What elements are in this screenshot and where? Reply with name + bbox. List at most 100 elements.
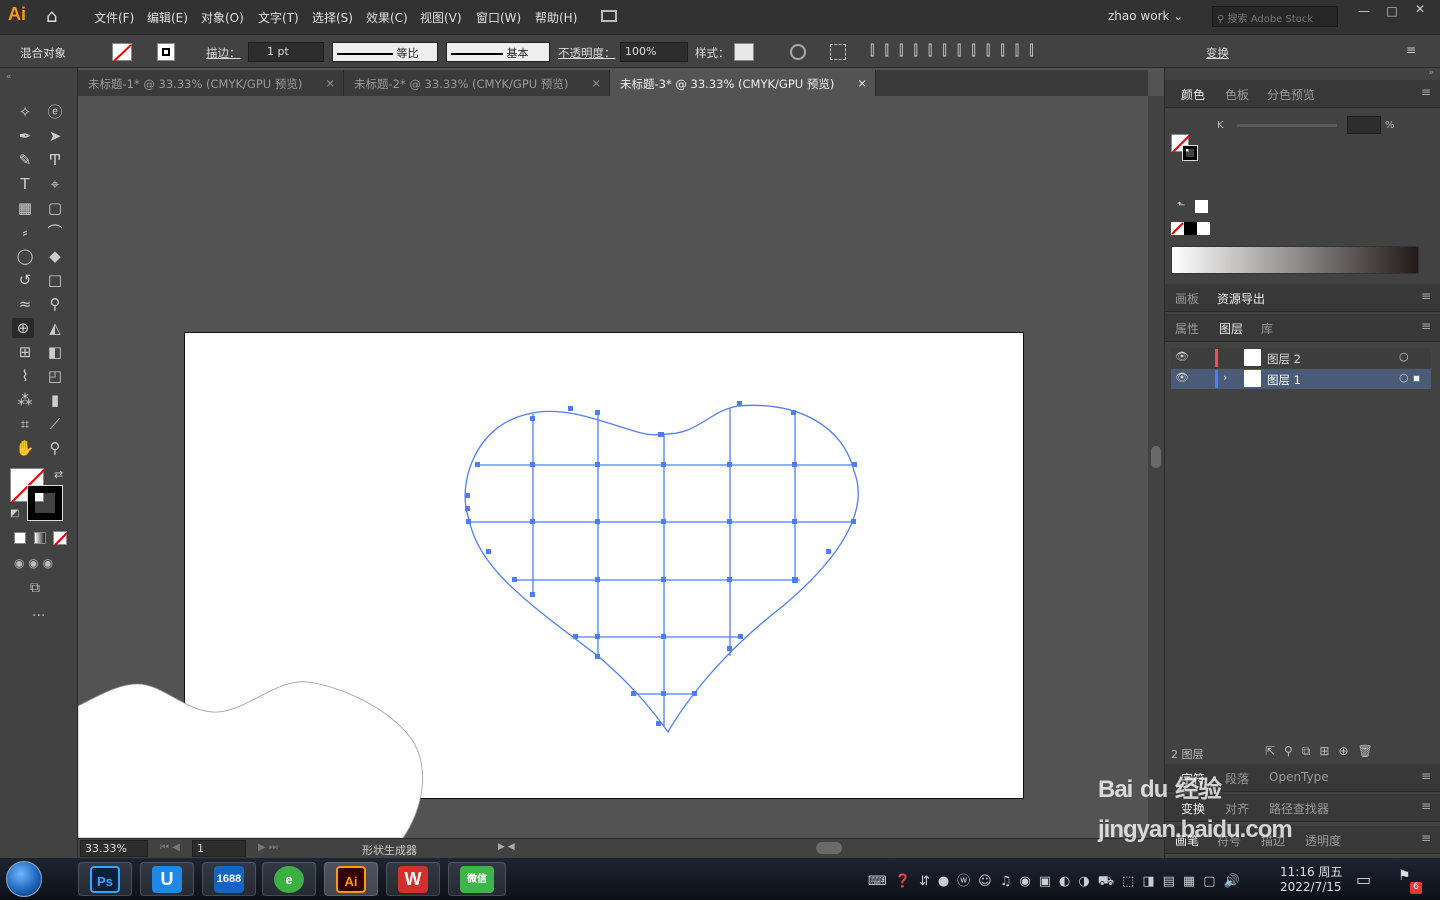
artboard-tool-icon[interactable]: ⌗ bbox=[14, 414, 36, 434]
expand-panels-icon[interactable]: » bbox=[1428, 68, 1434, 78]
menu-help[interactable]: 帮助(H) bbox=[535, 9, 577, 26]
export-panel-menu-icon[interactable]: ≡ bbox=[1421, 289, 1431, 303]
taskbar-illustrator[interactable]: Ai bbox=[324, 862, 378, 896]
grid-tool-icon[interactable]: ▦ bbox=[14, 198, 36, 218]
stroke-label[interactable]: 描边： bbox=[206, 45, 241, 61]
eraser-tool-icon[interactable]: ◆ bbox=[44, 246, 66, 266]
warp-tool-icon[interactable]: ≈ bbox=[14, 294, 36, 314]
collapse-toolbox-icon[interactable]: « bbox=[6, 72, 12, 82]
color-mode-button[interactable] bbox=[14, 532, 26, 544]
layer-name[interactable]: 图层 1 bbox=[1267, 372, 1301, 388]
taskbar-browser[interactable]: e bbox=[262, 862, 316, 896]
brushes-panel-menu-icon[interactable]: ≡ bbox=[1421, 831, 1431, 845]
system-tray-icons[interactable]: ⌨❓⇵●ⓦ☺♫◉▣◐◑⛟⬚◨▤▦▢🔊 bbox=[868, 870, 1268, 889]
transform-panel-menu-icon[interactable]: ≡ bbox=[1421, 799, 1431, 813]
character-panel-menu-icon[interactable]: ≡ bbox=[1421, 769, 1431, 783]
hand-tool-icon[interactable]: ✋ bbox=[14, 438, 36, 458]
tab-document-2[interactable]: 未标题-2* @ 33.33% (CMYK/GPU 预览) × bbox=[344, 70, 610, 96]
taskbar-1688[interactable]: 1688 bbox=[202, 862, 256, 896]
tab-document-3[interactable]: 未标题-3* @ 33.33% (CMYK/GPU 预览) × bbox=[610, 70, 876, 96]
column-graph-tool-icon[interactable]: ▮ bbox=[44, 390, 66, 410]
action-center-icon[interactable]: ▭ bbox=[1356, 870, 1371, 889]
taskbar-wps[interactable]: W bbox=[386, 862, 440, 896]
menu-type[interactable]: 文字(T) bbox=[258, 9, 299, 26]
maximize-button[interactable]: □ bbox=[1380, 4, 1404, 20]
type-on-path-tool-icon[interactable]: Ͳ bbox=[44, 150, 66, 170]
color-panel-menu-icon[interactable]: ≡ bbox=[1421, 85, 1431, 99]
taskbar-photoshop[interactable]: Ps bbox=[78, 862, 132, 896]
tab-artboards[interactable]: 画板 bbox=[1175, 290, 1199, 307]
align-buttons[interactable]: ⫿⫿⫿⫿⫿⫿⫿⫿⫿⫿⫿⫿ bbox=[870, 43, 1190, 61]
eyedropper-tool-icon[interactable]: ⌇ bbox=[14, 366, 36, 386]
lasso-tool-icon[interactable]: ⓔ bbox=[44, 102, 66, 122]
notification-flag-icon[interactable]: ⚑ bbox=[1398, 868, 1411, 884]
white-swatch-2[interactable] bbox=[1197, 222, 1210, 235]
rounded-rectangle-tool-icon[interactable]: ▢ bbox=[44, 198, 66, 218]
pen-tool-icon[interactable]: ✒ bbox=[14, 126, 36, 146]
clock-time[interactable]: 11:16 周五 bbox=[1280, 863, 1342, 880]
menu-object[interactable]: 对象(O) bbox=[201, 9, 244, 26]
menu-window[interactable]: 窗口(W) bbox=[476, 9, 521, 26]
target-circle-icon[interactable]: ○ bbox=[1399, 350, 1409, 363]
swap-colors-icon[interactable]: ⇄ bbox=[54, 468, 63, 481]
gradient-mode-button[interactable] bbox=[34, 532, 46, 544]
black-swatch[interactable] bbox=[1184, 222, 1197, 235]
tab-layers[interactable]: 图层 bbox=[1219, 320, 1243, 337]
blend-tool-icon[interactable]: ◰ bbox=[44, 366, 66, 386]
brush-definition[interactable]: 基本 bbox=[446, 42, 550, 62]
visibility-eye-icon[interactable]: 👁 bbox=[1175, 371, 1189, 384]
white-swatch[interactable] bbox=[1195, 200, 1208, 213]
layer-row-selected[interactable]: 👁 › 图层 1 ○ bbox=[1171, 369, 1431, 389]
perspective-grid-tool-icon[interactable]: ◭ bbox=[44, 318, 66, 338]
vertical-scrollbar[interactable] bbox=[1148, 96, 1164, 838]
tab-asset-export[interactable]: 资源导出 bbox=[1217, 290, 1265, 307]
layer-name[interactable]: 图层 2 bbox=[1267, 351, 1301, 367]
minimize-button[interactable]: — bbox=[1352, 4, 1376, 20]
blob-brush-tool-icon[interactable]: ⌒ bbox=[44, 222, 66, 242]
clock-date[interactable]: 2022/7/15 bbox=[1280, 880, 1342, 894]
layers-panel-menu-icon[interactable]: ≡ bbox=[1421, 319, 1431, 333]
last-artboard-icon[interactable]: ▶ ⏭ bbox=[258, 842, 278, 853]
arrange-documents-icon[interactable] bbox=[601, 10, 617, 22]
edit-toolbar-icon[interactable]: ··· bbox=[32, 608, 45, 624]
zoom-tool-icon[interactable]: ⚲ bbox=[44, 438, 66, 458]
mesh-tool-icon[interactable]: ⊞ bbox=[14, 342, 36, 362]
selection-indicator[interactable] bbox=[1413, 375, 1420, 382]
shape-builder-tool-icon[interactable]: ⊕ bbox=[12, 318, 34, 338]
tab-swatches[interactable]: 色板 bbox=[1225, 86, 1249, 103]
opacity-input[interactable]: 100% bbox=[620, 42, 688, 62]
layer-row[interactable]: 👁 图层 2 ○ bbox=[1171, 348, 1431, 368]
recolor-artwork-icon[interactable] bbox=[790, 44, 806, 60]
out-of-gamut-icon[interactable]: ⬑ bbox=[1177, 200, 1189, 212]
puppet-warp-tool-icon[interactable]: ⚲ bbox=[44, 294, 66, 314]
variable-width-profile[interactable]: 等比 bbox=[332, 42, 438, 62]
tab-document-1[interactable]: 未标题-1* @ 33.33% (CMYK/GPU 预览) × bbox=[78, 70, 344, 96]
k-value-input[interactable] bbox=[1347, 116, 1381, 134]
drawing-modes-icon[interactable]: ◉ ◉ ◉ bbox=[14, 556, 53, 570]
canvas-area[interactable] bbox=[78, 96, 1148, 838]
menu-edit[interactable]: 编辑(E) bbox=[147, 9, 188, 26]
k-slider[interactable] bbox=[1237, 124, 1337, 127]
screen-mode-icon[interactable]: ⧉ bbox=[30, 580, 40, 596]
taskbar-wechat[interactable]: 微信 bbox=[448, 862, 506, 896]
target-circle-icon[interactable]: ○ bbox=[1399, 371, 1409, 384]
opacity-label[interactable]: 不透明度： bbox=[558, 45, 616, 61]
rotate-tool-icon[interactable]: ↺ bbox=[14, 270, 36, 290]
menu-select[interactable]: 选择(S) bbox=[312, 9, 353, 26]
horizontal-scroll-thumb[interactable] bbox=[816, 842, 842, 854]
transform-link[interactable]: 变换 bbox=[1206, 45, 1229, 61]
home-icon[interactable]: ⌂ bbox=[46, 6, 66, 27]
first-artboard-icon[interactable]: ⏮ ◀ bbox=[160, 842, 180, 853]
stroke-swatch[interactable] bbox=[157, 43, 175, 61]
slice-tool-icon[interactable]: ⟋ bbox=[44, 414, 66, 434]
curvature-tool-icon[interactable]: ✎ bbox=[14, 150, 36, 170]
stroke-color-box[interactable] bbox=[27, 485, 63, 521]
rectangle-tool-icon[interactable]: □ bbox=[44, 270, 66, 290]
stock-search[interactable]: ⚲ 搜索 Adobe Stock bbox=[1212, 6, 1338, 27]
type-tool-icon[interactable]: T bbox=[14, 174, 36, 194]
tab-libraries[interactable]: 库 bbox=[1261, 320, 1273, 337]
graphic-style-swatch[interactable] bbox=[734, 43, 754, 61]
menu-effect[interactable]: 效果(C) bbox=[366, 9, 408, 26]
anchor-point-tool-icon[interactable]: ⌖ bbox=[44, 174, 66, 194]
color-spectrum[interactable] bbox=[1171, 246, 1419, 274]
